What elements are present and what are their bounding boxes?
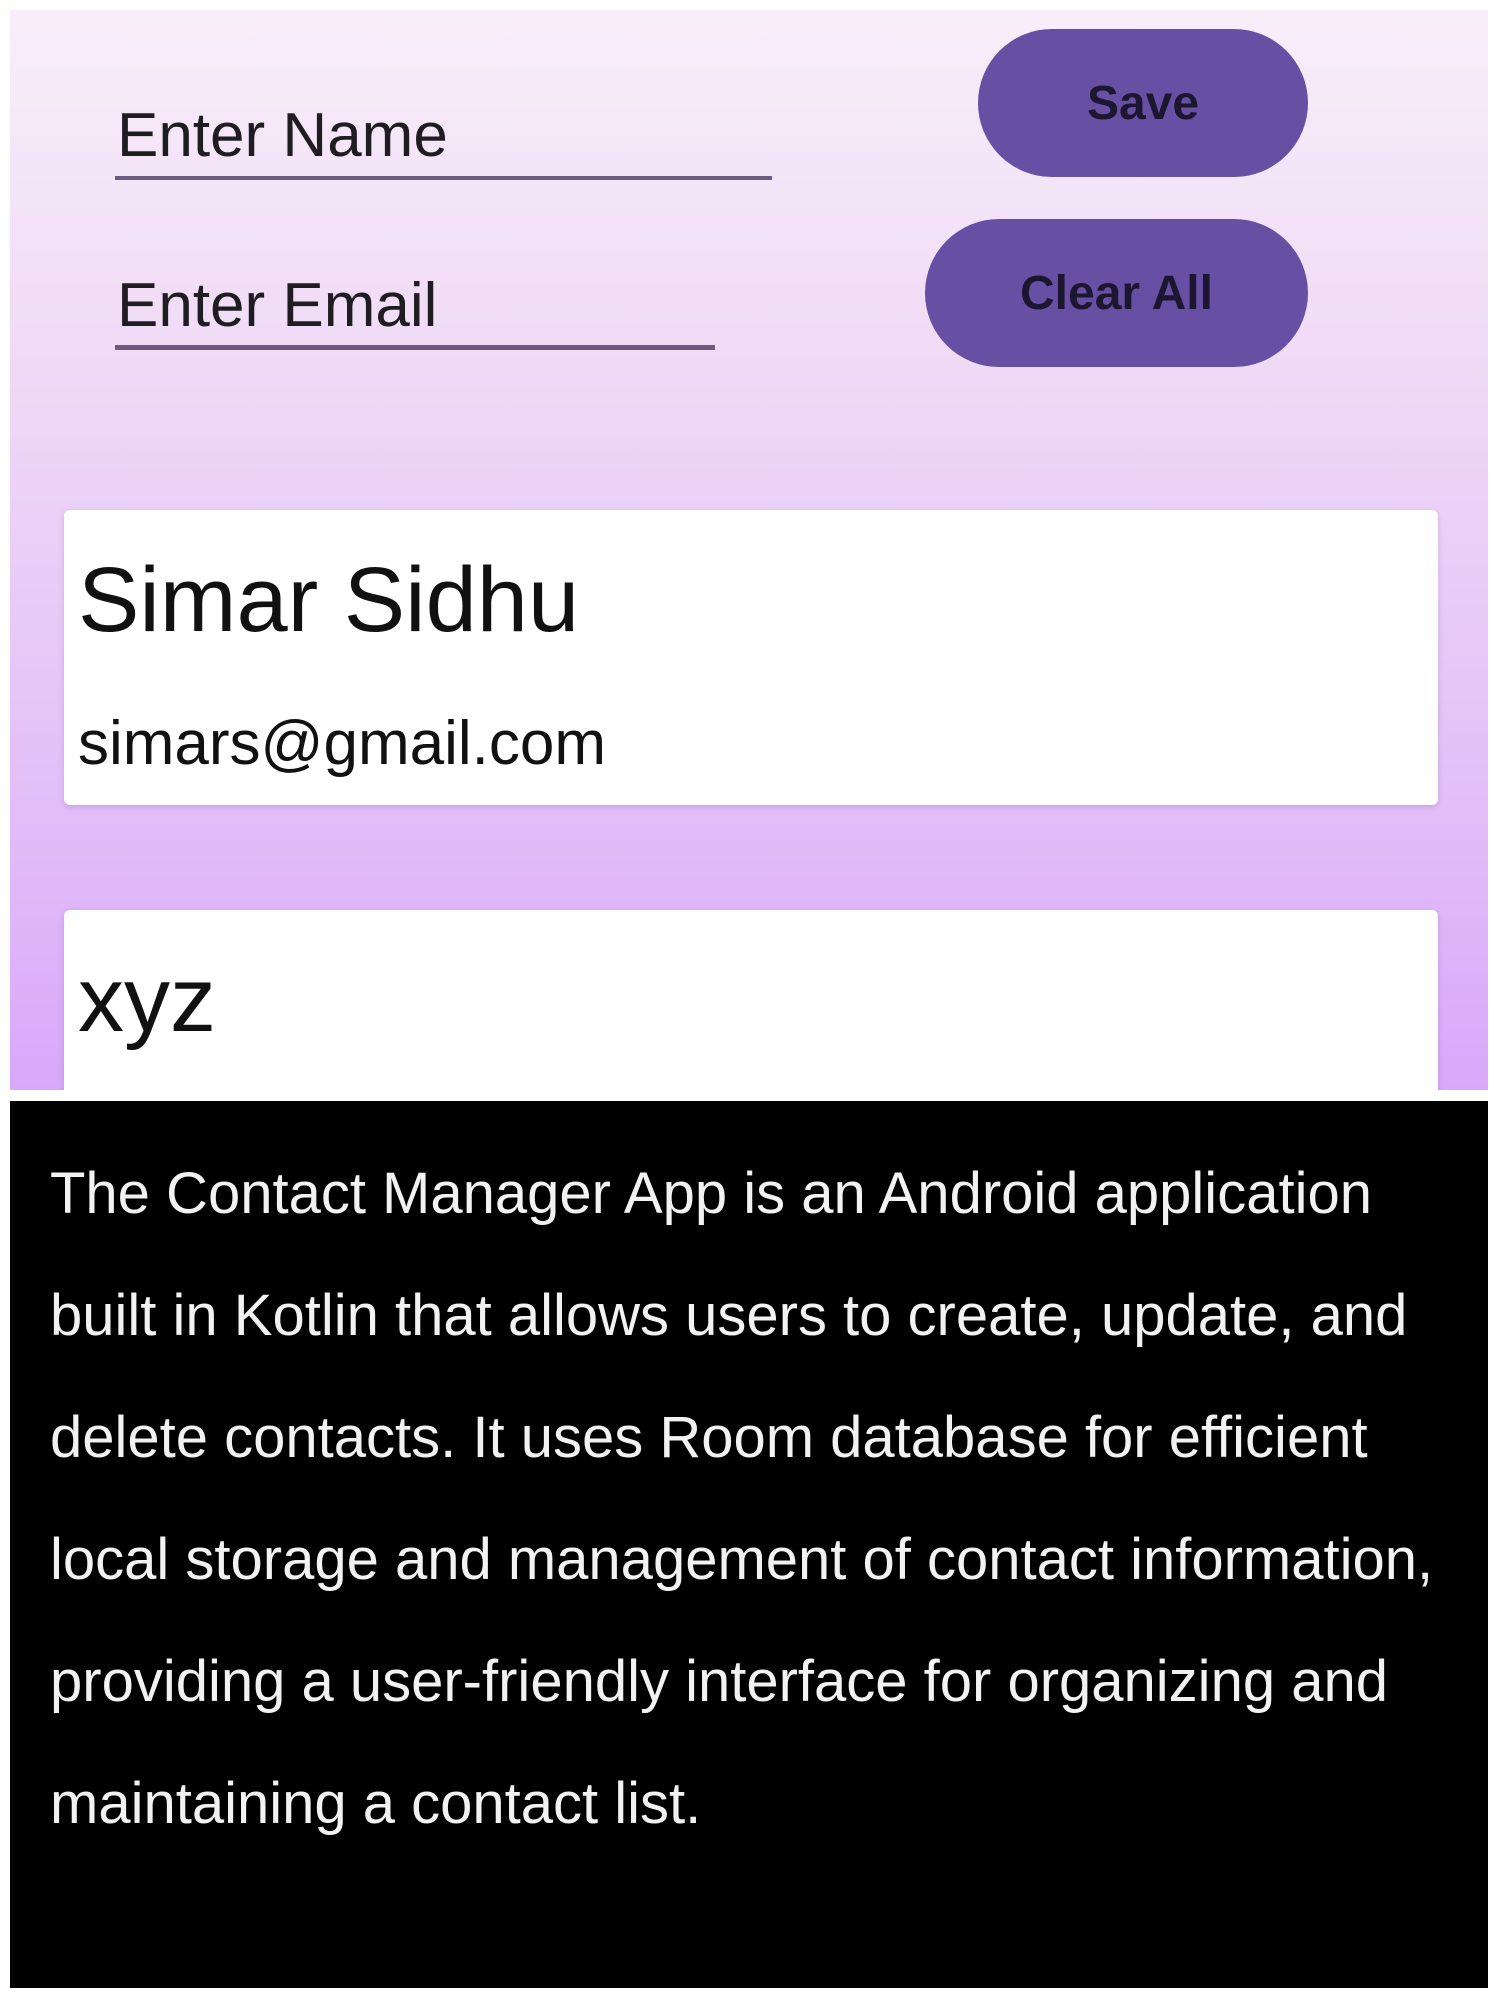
app-description-panel: The Contact Manager App is an Android ap… (10, 1101, 1488, 1988)
contact-card[interactable]: Simar Sidhu simars@gmail.com (64, 510, 1438, 805)
app-description-text: The Contact Manager App is an Android ap… (50, 1161, 1434, 1836)
save-button[interactable]: Save (978, 29, 1308, 177)
contact-name: xyz (78, 949, 216, 1051)
name-field[interactable] (115, 72, 772, 180)
contact-manager-app: Save Clear All Simar Sidhu simars@gmail.… (10, 10, 1488, 1090)
clear-all-button[interactable]: Clear All (925, 219, 1308, 367)
name-input-underline (115, 176, 772, 180)
contact-card[interactable]: xyz (64, 910, 1438, 1090)
email-input[interactable] (115, 260, 715, 350)
screenshot-frame: Save Clear All Simar Sidhu simars@gmail.… (10, 10, 1488, 1988)
contact-name: Simar Sidhu (78, 549, 580, 651)
email-input-underline (115, 345, 715, 350)
contact-email: simars@gmail.com (78, 709, 606, 778)
email-field[interactable] (115, 242, 715, 350)
name-input[interactable] (115, 90, 772, 180)
